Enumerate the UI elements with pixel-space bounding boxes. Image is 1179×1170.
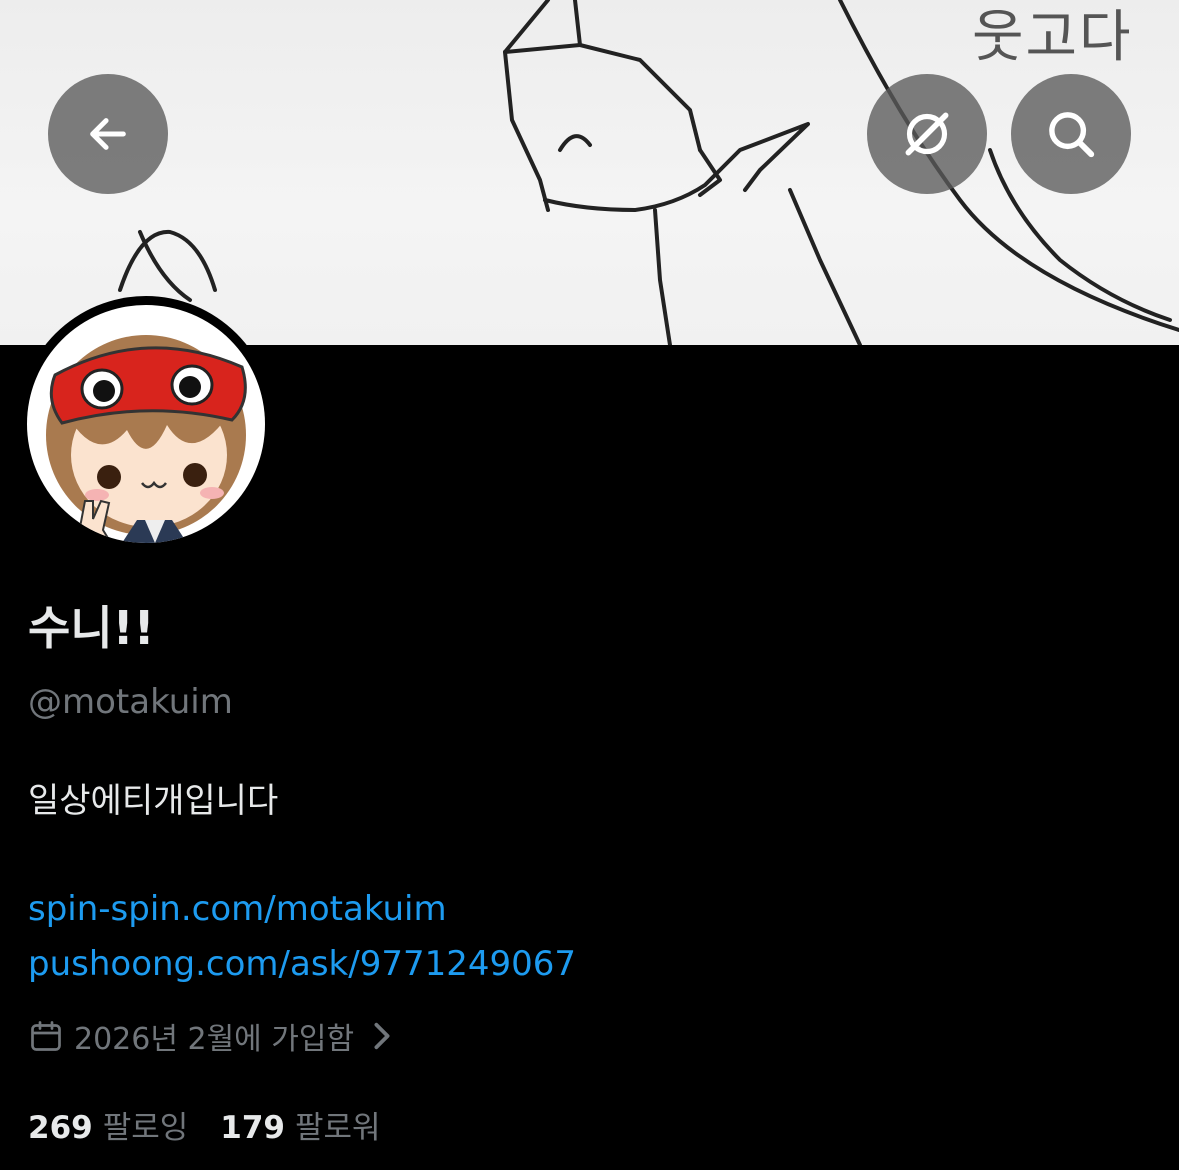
display-name: 수니!! [28,601,155,655]
banner-sketch-text: 웃고다 [972,5,1133,70]
followers-label: 팔로워 [295,1109,381,1146]
back-button[interactable] [48,74,168,194]
profile-link-spin-spin[interactable]: spin-spin.com/motakuim [28,886,447,932]
grok-icon [905,112,949,156]
search-button[interactable] [1011,74,1131,194]
user-handle: @motakuim [28,682,233,722]
joined-date-row[interactable]: 2026년 2월에 가입함 [28,1012,394,1060]
profile-banner[interactable]: 웃고다 [0,0,1179,345]
chibi-character-illustration [46,335,247,543]
grok-button[interactable] [867,74,987,194]
avatar-image [27,305,265,543]
profile-bio: 일상에티개입니다 [28,781,279,821]
arrow-left-icon [90,118,126,150]
calendar-icon [28,1018,64,1054]
following-stat[interactable]: 269 팔로잉 [28,1102,188,1147]
followers-count: 179 [220,1109,285,1146]
following-count: 269 [28,1109,93,1146]
followers-stat[interactable]: 179 팔로워 [220,1102,380,1147]
following-label: 팔로잉 [102,1109,189,1146]
profile-avatar[interactable] [18,296,274,552]
search-icon [1049,112,1095,158]
chevron-right-icon [370,1021,394,1051]
joined-date-text: 2026년 2월에 가입함 [74,1022,355,1057]
profile-link-pushoong[interactable]: pushoong.com/ask/9771249067 [28,941,576,987]
follow-stats: 269 팔로잉 179 팔로워 [28,1100,413,1148]
